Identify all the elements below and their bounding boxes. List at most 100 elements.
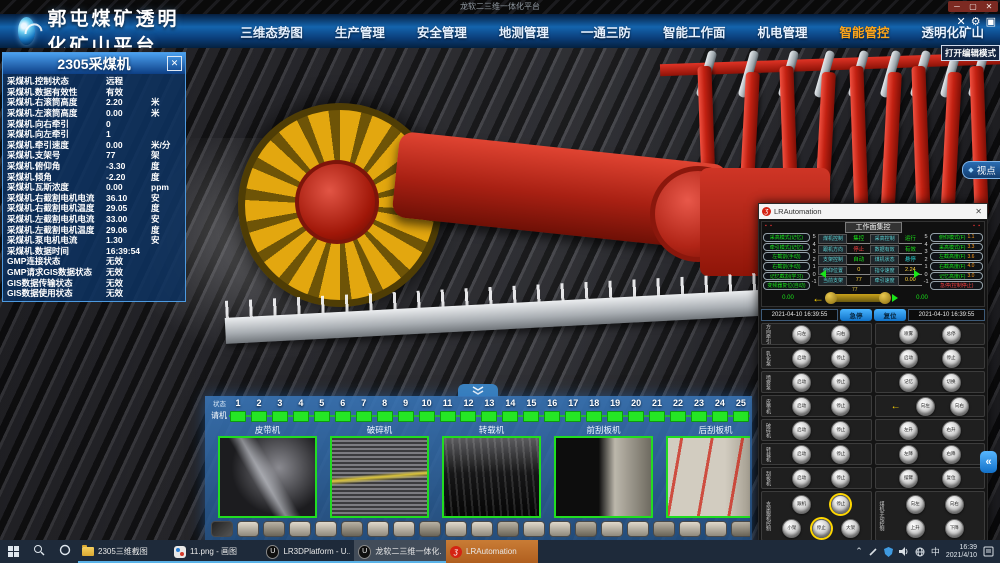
camera-feed[interactable]: [218, 436, 317, 518]
tray-chevron-icon[interactable]: ⌃: [855, 546, 863, 557]
pen-icon[interactable]: [869, 547, 878, 556]
control-button-向右[interactable]: 向右: [831, 325, 850, 344]
estop-button[interactable]: 急停: [840, 309, 872, 321]
film-thumbnail[interactable]: [471, 521, 493, 537]
film-thumbnail[interactable]: [237, 521, 259, 537]
window-icon[interactable]: ▣: [986, 15, 996, 28]
film-thumbnail[interactable]: [523, 521, 545, 537]
clock[interactable]: 16:39 2021/4/10: [946, 544, 977, 560]
shield-icon[interactable]: [884, 547, 893, 557]
channel-status-square[interactable]: [670, 411, 686, 422]
menu-item-1[interactable]: 三维态势图: [224, 22, 319, 41]
control-button-启动[interactable]: 启动: [899, 349, 918, 368]
menu-item-5[interactable]: 一通三防: [565, 22, 647, 41]
control-button-启动[interactable]: 启动: [792, 445, 811, 464]
control-button-小架[interactable]: 小架: [782, 519, 801, 538]
control-button-左升[interactable]: 左升: [899, 421, 918, 440]
control-button-启动[interactable]: 启动: [792, 469, 811, 488]
edit-mode-button[interactable]: 打开编辑模式: [941, 45, 1000, 61]
control-button-停止[interactable]: 停止: [942, 349, 961, 368]
film-thumbnail[interactable]: [705, 521, 727, 537]
film-thumbnail[interactable]: [393, 521, 415, 537]
control-button-向左[interactable]: 向左: [792, 325, 811, 344]
control-button-启动[interactable]: 启动: [792, 349, 811, 368]
mode-button-left-2[interactable]: 牵引模式(记忆): [763, 243, 810, 252]
taskbar-app-paint[interactable]: 11.png - 画图: [170, 540, 262, 563]
control-button-总停[interactable]: 总停: [942, 325, 961, 344]
channel-status-square[interactable]: [440, 411, 456, 422]
mode-button-right-2[interactable]: 采高模式(F)3.3: [930, 243, 983, 252]
channel-status-square[interactable]: [335, 411, 351, 422]
mode-button-right-5[interactable]: 记忆高度(F)3.0: [930, 272, 983, 281]
mode-button-left-4[interactable]: 右截割(手动): [763, 262, 810, 271]
mode-button-left-5[interactable]: 记忆截割(学习): [763, 272, 810, 281]
control-button-右升[interactable]: 右升: [942, 421, 961, 440]
channel-status-square[interactable]: [628, 411, 644, 422]
channel-status-square[interactable]: [230, 411, 246, 422]
film-thumbnail[interactable]: [731, 521, 750, 537]
channel-status-square[interactable]: [377, 411, 393, 422]
mode-button-left-6[interactable]: 变频器复位(自动): [763, 281, 810, 290]
control-button-停止[interactable]: 停止: [831, 349, 850, 368]
channel-status-square[interactable]: [523, 411, 539, 422]
menu-item-2[interactable]: 生产管理: [319, 22, 401, 41]
film-thumbnail[interactable]: [679, 521, 701, 537]
mode-button-left-1[interactable]: 采高模式(记忆): [763, 233, 810, 242]
channel-status-square[interactable]: [544, 411, 560, 422]
control-button-停止[interactable]: 停止: [831, 469, 850, 488]
control-button-向左[interactable]: 向左: [906, 495, 925, 514]
control-button-切换[interactable]: 切换: [942, 373, 961, 392]
mode-button-right-3[interactable]: 左截高度(F)3.6: [930, 252, 983, 261]
control-button-停止[interactable]: 停止: [831, 373, 850, 392]
control-button-停止[interactable]: 停止: [831, 397, 850, 416]
control-button-启动[interactable]: 启动: [792, 421, 811, 440]
mode-button-right-6[interactable]: 急停(控制停止): [930, 281, 983, 290]
film-thumbnail[interactable]: [341, 521, 363, 537]
ime-indicator[interactable]: 中: [931, 545, 940, 558]
film-thumbnail[interactable]: [289, 521, 311, 537]
notification-icon[interactable]: [983, 546, 994, 557]
viewpoint-button[interactable]: ◆ 视点: [962, 161, 1000, 179]
film-thumbnail[interactable]: [367, 521, 389, 537]
film-thumbnail[interactable]: [575, 521, 597, 537]
channel-status-square[interactable]: [649, 411, 665, 422]
network-globe-icon[interactable]: [915, 547, 925, 557]
tools-icon[interactable]: ✕: [957, 15, 966, 28]
control-button-跟机[interactable]: 跟机: [792, 495, 811, 514]
lr-close-icon[interactable]: ✕: [973, 207, 984, 216]
panel-collapse-handle[interactable]: «: [980, 451, 997, 473]
control-button-停止[interactable]: 停止: [831, 421, 850, 440]
film-thumbnail[interactable]: [653, 521, 675, 537]
mode-button-right-1[interactable]: 俯仰模式(F)1.1: [930, 233, 983, 242]
control-button-摆臂[interactable]: 摆臂: [899, 469, 918, 488]
thumbnail-filmstrip[interactable]: [211, 520, 750, 538]
camera-feed[interactable]: [442, 436, 541, 518]
channel-status-square[interactable]: [565, 411, 581, 422]
film-thumbnail[interactable]: [497, 521, 519, 537]
channel-status-square[interactable]: [481, 411, 497, 422]
camera-feed[interactable]: [666, 436, 750, 518]
minimize-button[interactable]: ─: [950, 1, 964, 12]
control-button-停止[interactable]: 停止: [831, 495, 850, 514]
gear-icon[interactable]: ⚙: [971, 15, 981, 28]
channel-status-square[interactable]: [293, 411, 309, 422]
control-button-记忆[interactable]: 记忆: [899, 373, 918, 392]
channel-status-square[interactable]: [314, 411, 330, 422]
channel-status-square[interactable]: [398, 411, 414, 422]
control-button-左降[interactable]: 左降: [899, 445, 918, 464]
reset-button[interactable]: 复位: [874, 309, 906, 321]
menu-item-6[interactable]: 智能工作面: [647, 22, 742, 41]
taskbar-start-button[interactable]: [0, 540, 26, 563]
taskbar-app-platform[interactable]: U龙软二三维一体化...: [354, 540, 446, 563]
film-thumbnail[interactable]: [211, 521, 233, 537]
control-button-向右[interactable]: 向右: [945, 495, 964, 514]
mode-button-left-3[interactable]: 左截割(手动): [763, 252, 810, 261]
control-button-向左[interactable]: 向左: [916, 397, 935, 416]
channel-status-square[interactable]: [419, 411, 435, 422]
control-button-停止[interactable]: 停止: [812, 519, 831, 538]
menu-item-3[interactable]: 安全管理: [401, 22, 483, 41]
menu-item-8[interactable]: 智能管控: [823, 22, 905, 41]
film-thumbnail[interactable]: [315, 521, 337, 537]
close-button[interactable]: ✕: [982, 1, 996, 12]
channel-status-square[interactable]: [607, 411, 623, 422]
